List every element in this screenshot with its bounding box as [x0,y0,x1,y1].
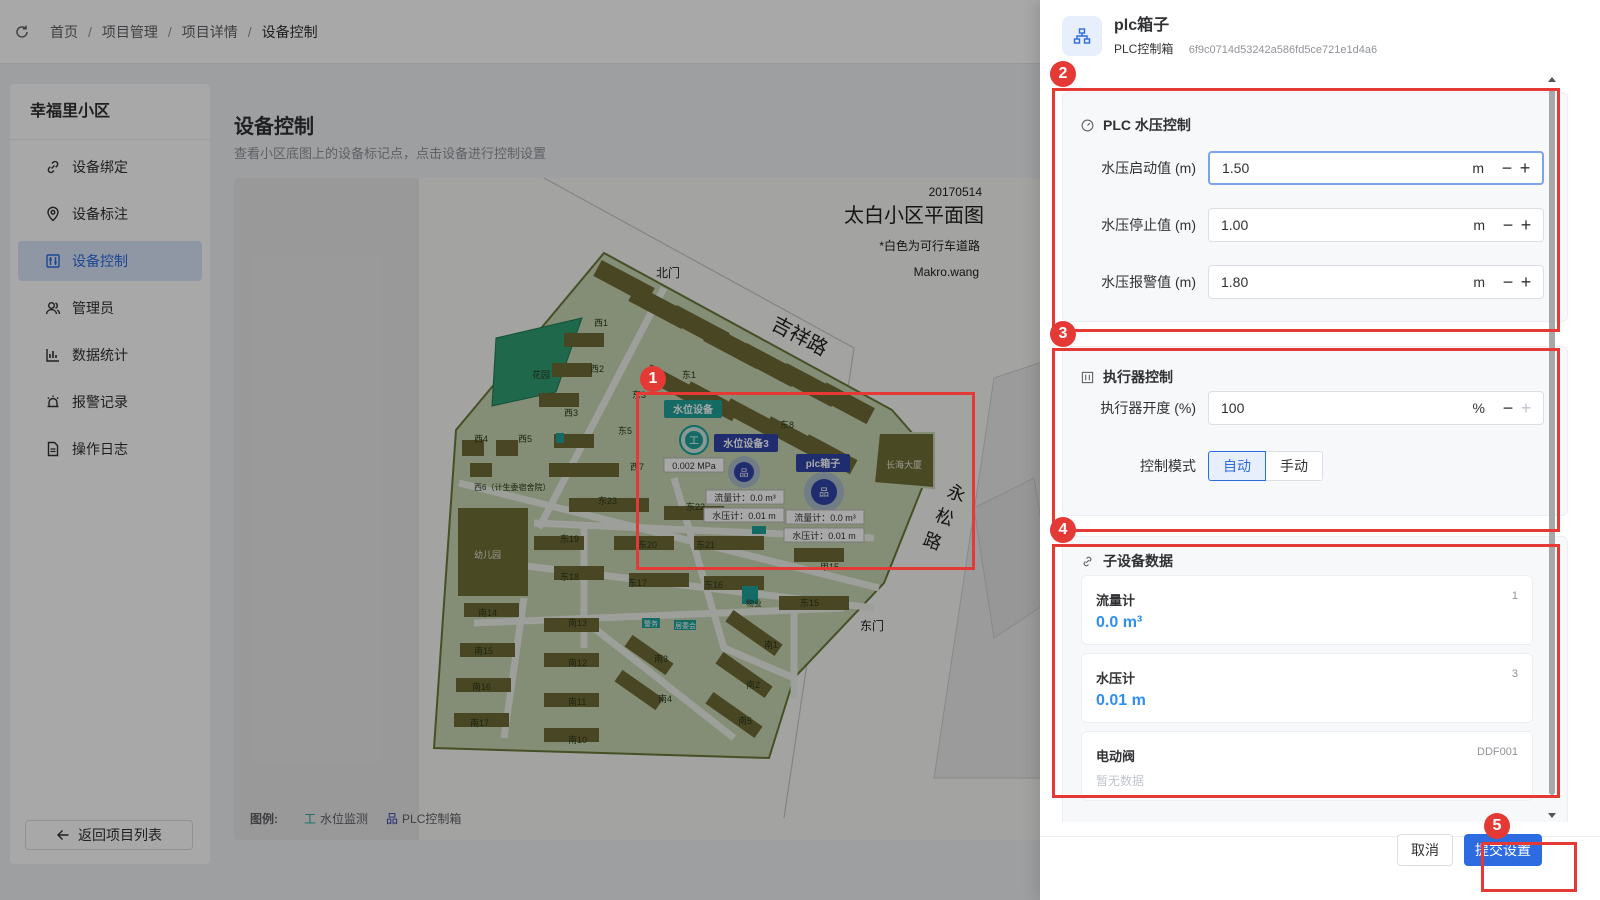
input-value: 1.00 [1221,217,1249,233]
gauge-icon [1081,118,1095,132]
decrement-button[interactable]: − [1498,158,1516,179]
decrement-button[interactable]: − [1499,398,1517,419]
control-mode-toggle: 自动 手动 [1208,451,1323,481]
subdevice-data-section: 子设备数据 流量计 1 0.0 m³ 水压计 3 0.01 m 电动阀 DDF0… [1062,536,1568,822]
modal-overlay[interactable] [0,0,1040,900]
input-value: 100 [1221,400,1245,416]
input-value: 1.50 [1222,160,1250,176]
subdevice-section-title: 子设备数据 [1103,553,1173,569]
field-label: 水压启动值 (m) [1101,160,1196,176]
device-type: PLC控制箱 [1114,42,1174,56]
drawer-header: plc箱子 PLC控制箱 6f9c0714d53242a586fd5ce721e… [1062,16,1377,57]
cancel-button[interactable]: 取消 [1397,834,1453,866]
plc-device-icon [1062,16,1102,56]
alarm-pressure-input[interactable]: 1.80 m − + [1208,265,1544,299]
field-alarm-pressure: 水压报警值 (m) 1.80 m − + [1063,265,1544,299]
device-name: plc箱子 [1114,17,1170,34]
annotation-badge-3: 3 [1050,321,1076,347]
subdevice-id: DDF001 [1477,746,1518,758]
device-control-drawer: plc箱子 PLC控制箱 6f9c0714d53242a586fd5ce721e… [1040,0,1600,900]
field-label: 水压报警值 (m) [1101,274,1196,290]
field-stop-pressure: 水压停止值 (m) 1.00 m − + [1063,208,1544,242]
subdevice-card-flowmeter[interactable]: 流量计 1 0.0 m³ [1081,575,1533,645]
subdevice-name: 电动阀 [1096,749,1136,764]
subdevice-section-header: 子设备数据 [1081,551,1173,571]
annotation-badge-2: 2 [1050,61,1076,87]
drawer-scrollbar[interactable] [1546,75,1558,827]
input-unit: m [1472,160,1484,176]
increment-button[interactable]: + [1517,272,1535,293]
subdevice-empty: 暂无数据 [1096,774,1145,788]
actuator-section-title: 执行器控制 [1103,369,1173,385]
subdevice-value: 0.01 m [1096,692,1146,709]
pressure-control-section: PLC 水压控制 水压启动值 (m) 1.50 m − + 水压停止值 (m) … [1062,92,1568,322]
actuator-opening-input[interactable]: 100 % − + [1208,391,1544,425]
subdevice-id: 1 [1511,590,1518,602]
start-pressure-input[interactable]: 1.50 m − + [1208,151,1544,185]
pressure-section-title: PLC 水压控制 [1103,117,1191,133]
actuator-icon [1081,370,1095,384]
subdevice-name: 流量计 [1096,593,1136,608]
drawer-scroll-area[interactable]: PLC 水压控制 水压启动值 (m) 1.50 m − + 水压停止值 (m) … [1062,70,1580,822]
device-hash: 6f9c0714d53242a586fd5ce721e1d4a6 [1188,44,1378,56]
mode-auto-button[interactable]: 自动 [1208,451,1266,481]
link-icon [1081,554,1095,568]
field-label: 控制模式 [1140,458,1196,474]
actuator-section-header: 执行器控制 [1081,367,1173,387]
subdevice-id: 3 [1511,668,1518,680]
decrement-button[interactable]: − [1499,215,1517,236]
increment-button[interactable]: + [1517,215,1535,236]
device-meta: PLC控制箱 6f9c0714d53242a586fd5ce721e1d4a6 [1114,40,1377,57]
subdevice-value: 0.0 m³ [1096,614,1143,631]
subdevice-card-pressure-meter[interactable]: 水压计 3 0.01 m [1081,653,1533,723]
decrement-button[interactable]: − [1499,272,1517,293]
field-label: 执行器开度 (%) [1100,400,1196,416]
stop-pressure-input[interactable]: 1.00 m − + [1208,208,1544,242]
actuator-control-section: 执行器控制 执行器开度 (%) 100 % − + 控制模式 自动 手动 [1062,346,1568,516]
increment-button[interactable]: + [1516,158,1534,179]
field-label: 水压停止值 (m) [1101,217,1196,233]
field-actuator-opening: 执行器开度 (%) 100 % − + [1063,391,1544,425]
increment-button[interactable]: + [1517,398,1535,419]
input-unit: % [1472,400,1485,416]
subdevice-name: 水压计 [1096,671,1136,686]
annotation-badge-5: 5 [1484,813,1510,839]
annotation-badge-4: 4 [1050,517,1076,543]
submit-settings-button[interactable]: 提交设置 [1464,834,1542,866]
input-unit: m [1473,274,1485,290]
input-unit: m [1473,217,1485,233]
pressure-section-header: PLC 水压控制 [1081,115,1191,135]
mode-manual-button[interactable]: 手动 [1266,451,1323,481]
field-control-mode: 控制模式 自动 手动 [1063,451,1323,481]
subdevice-card-electric-valve[interactable]: 电动阀 DDF001 暂无数据 [1081,731,1533,801]
annotation-badge-1: 1 [640,366,666,392]
input-value: 1.80 [1221,274,1249,290]
field-start-pressure: 水压启动值 (m) 1.50 m − + [1063,151,1544,185]
